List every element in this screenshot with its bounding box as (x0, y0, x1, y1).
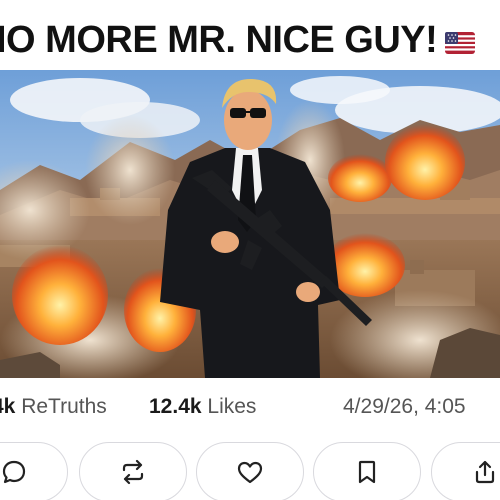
headline-text: IO MORE MR. NICE GUY! (0, 19, 438, 61)
bookmark-icon (358, 460, 376, 484)
post-headline: IO MORE MR. NICE GUY! (0, 14, 500, 66)
retruths-count: 4k (0, 395, 16, 418)
action-bar (0, 442, 500, 500)
post-timestamp: 4/29/26, 4:05 (343, 395, 466, 418)
post-image[interactable] (0, 70, 500, 378)
heart-icon (237, 461, 263, 484)
bookmark-button[interactable] (313, 442, 421, 500)
likes-label: Likes (207, 395, 257, 418)
retruths-stat[interactable]: 4k ReTruths (0, 390, 107, 424)
post-stats: 4k ReTruths 12.4k Likes 4/29/26, 4:05 (0, 390, 500, 424)
likes-stat[interactable]: 12.4k Likes (149, 390, 256, 424)
retruth-button[interactable] (79, 442, 187, 500)
repost-arrows-icon (122, 459, 144, 485)
likes-count: 12.4k (149, 395, 202, 418)
us-flag-icon (445, 16, 476, 54)
share-button[interactable] (431, 442, 500, 500)
reply-button[interactable] (0, 442, 68, 500)
speech-bubble-icon (2, 460, 26, 484)
retruths-label: ReTruths (21, 395, 107, 418)
share-upload-icon (475, 460, 495, 484)
like-button[interactable] (196, 442, 304, 500)
